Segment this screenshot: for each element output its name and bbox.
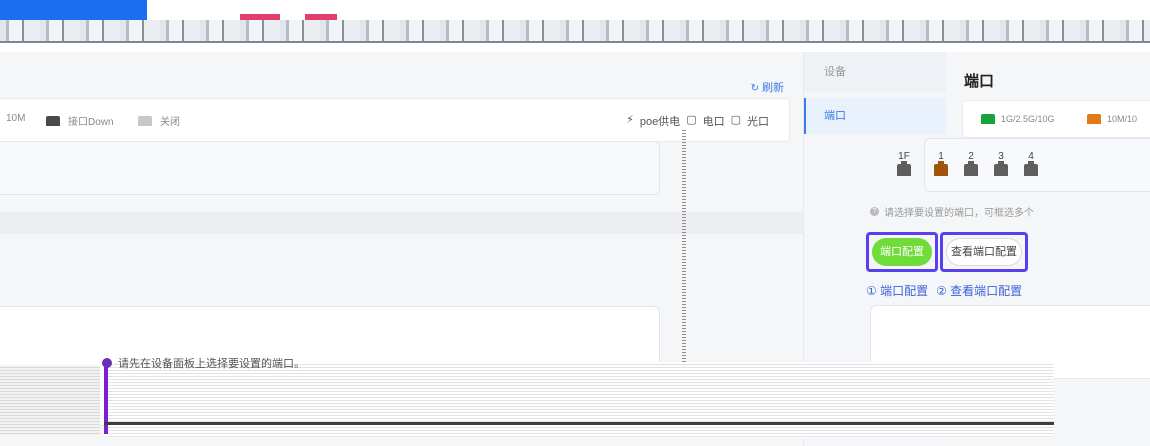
refresh-button[interactable]: ↻ 刷新 <box>751 79 784 95</box>
select-hint: ? 请选择要设置的端口，可框选多个 <box>870 204 1034 219</box>
port-icon <box>964 161 978 176</box>
view-config-highlight: 查看端口配置 <box>940 232 1028 272</box>
poe-icon: ⚡ <box>626 114 634 126</box>
port-1f[interactable]: 1F <box>897 152 911 176</box>
port-1[interactable]: 1 <box>934 152 948 176</box>
port-speed-icon <box>1087 114 1101 124</box>
port-config-button[interactable]: 端口配置 <box>872 238 932 266</box>
app-window: ↻ 刷新 10M 接口Down 关闭 ⚡ poe供电 ▢ 电口 ▢ 光口 设备 … <box>0 0 1150 446</box>
port-icon <box>934 161 948 176</box>
info-icon: ? <box>870 207 879 216</box>
port-down-icon <box>46 115 60 126</box>
legend-item: 1G/2.5G/10G <box>981 114 1055 124</box>
legend-item: 接口Down <box>46 113 114 128</box>
brand-bar <box>0 0 147 20</box>
port-kind-legend: ⚡ poe供电 ▢ 电口 ▢ 光口 <box>626 113 769 129</box>
speed-legend: 1G/2.5G/10G 10M/10 <box>962 100 1150 138</box>
banner-divider <box>0 41 1150 43</box>
port-icon <box>897 161 911 176</box>
legend-label: 1G/2.5G/10G <box>1001 114 1055 124</box>
refresh-label: 刷新 <box>762 82 784 94</box>
electric-port-label: 电口 <box>702 116 725 128</box>
overlay-divider <box>104 422 1054 425</box>
optical-port-label: 光口 <box>747 116 769 128</box>
refresh-icon: ↻ <box>750 83 759 94</box>
step-annotations: ① 端口配置 ② 查看端口配置 <box>866 282 1022 299</box>
electric-port-icon: ▢ <box>686 114 697 126</box>
question-icon <box>102 358 112 368</box>
tooltip-text: 请先在设备面板上选择要设置的端口。 <box>118 358 305 370</box>
sidebar-item-port[interactable]: 端口 <box>804 98 946 134</box>
port-config-highlight: 端口配置 <box>866 232 938 272</box>
legend-item: 关闭 <box>138 113 180 128</box>
nav-header[interactable]: 设备 <box>804 52 946 92</box>
tooltip-overlay <box>104 362 1054 438</box>
device-panel[interactable] <box>0 141 660 195</box>
legend-item: 10M <box>6 113 25 124</box>
bottom-strip <box>0 365 100 435</box>
legend-label: 10M/10 <box>1107 114 1138 124</box>
step-label: ① 端口配置 <box>866 284 929 298</box>
port-off-icon <box>138 115 152 126</box>
legend-item: 10M/10 <box>1087 114 1137 124</box>
port-icon <box>1024 161 1038 176</box>
port-4[interactable]: 4 <box>1024 152 1038 176</box>
port-speed-icon <box>981 114 995 124</box>
hint-text: 请选择要设置的端口，可框选多个 <box>884 208 1034 219</box>
optical-port-icon: ▢ <box>730 114 741 126</box>
port-icon <box>994 161 1008 176</box>
port-3[interactable]: 3 <box>994 152 1008 176</box>
banner-strip <box>0 20 1150 42</box>
step-label: ② 查看端口配置 <box>936 284 1023 298</box>
top-banner <box>0 0 1150 52</box>
status-legend: 10M 接口Down 关闭 ⚡ poe供电 ▢ 电口 ▢ 光口 <box>0 98 790 142</box>
tooltip: 请先在设备面板上选择要设置的端口。 <box>102 355 305 371</box>
legend-label: 接口Down <box>68 117 114 128</box>
legend-label: 关闭 <box>160 117 180 128</box>
port-2[interactable]: 2 <box>964 152 978 176</box>
poe-label: poe供电 <box>639 116 681 128</box>
page-title: 端口 <box>964 73 995 90</box>
view-port-config-button[interactable]: 查看端口配置 <box>946 238 1022 266</box>
legend-label: 10M <box>6 113 26 124</box>
